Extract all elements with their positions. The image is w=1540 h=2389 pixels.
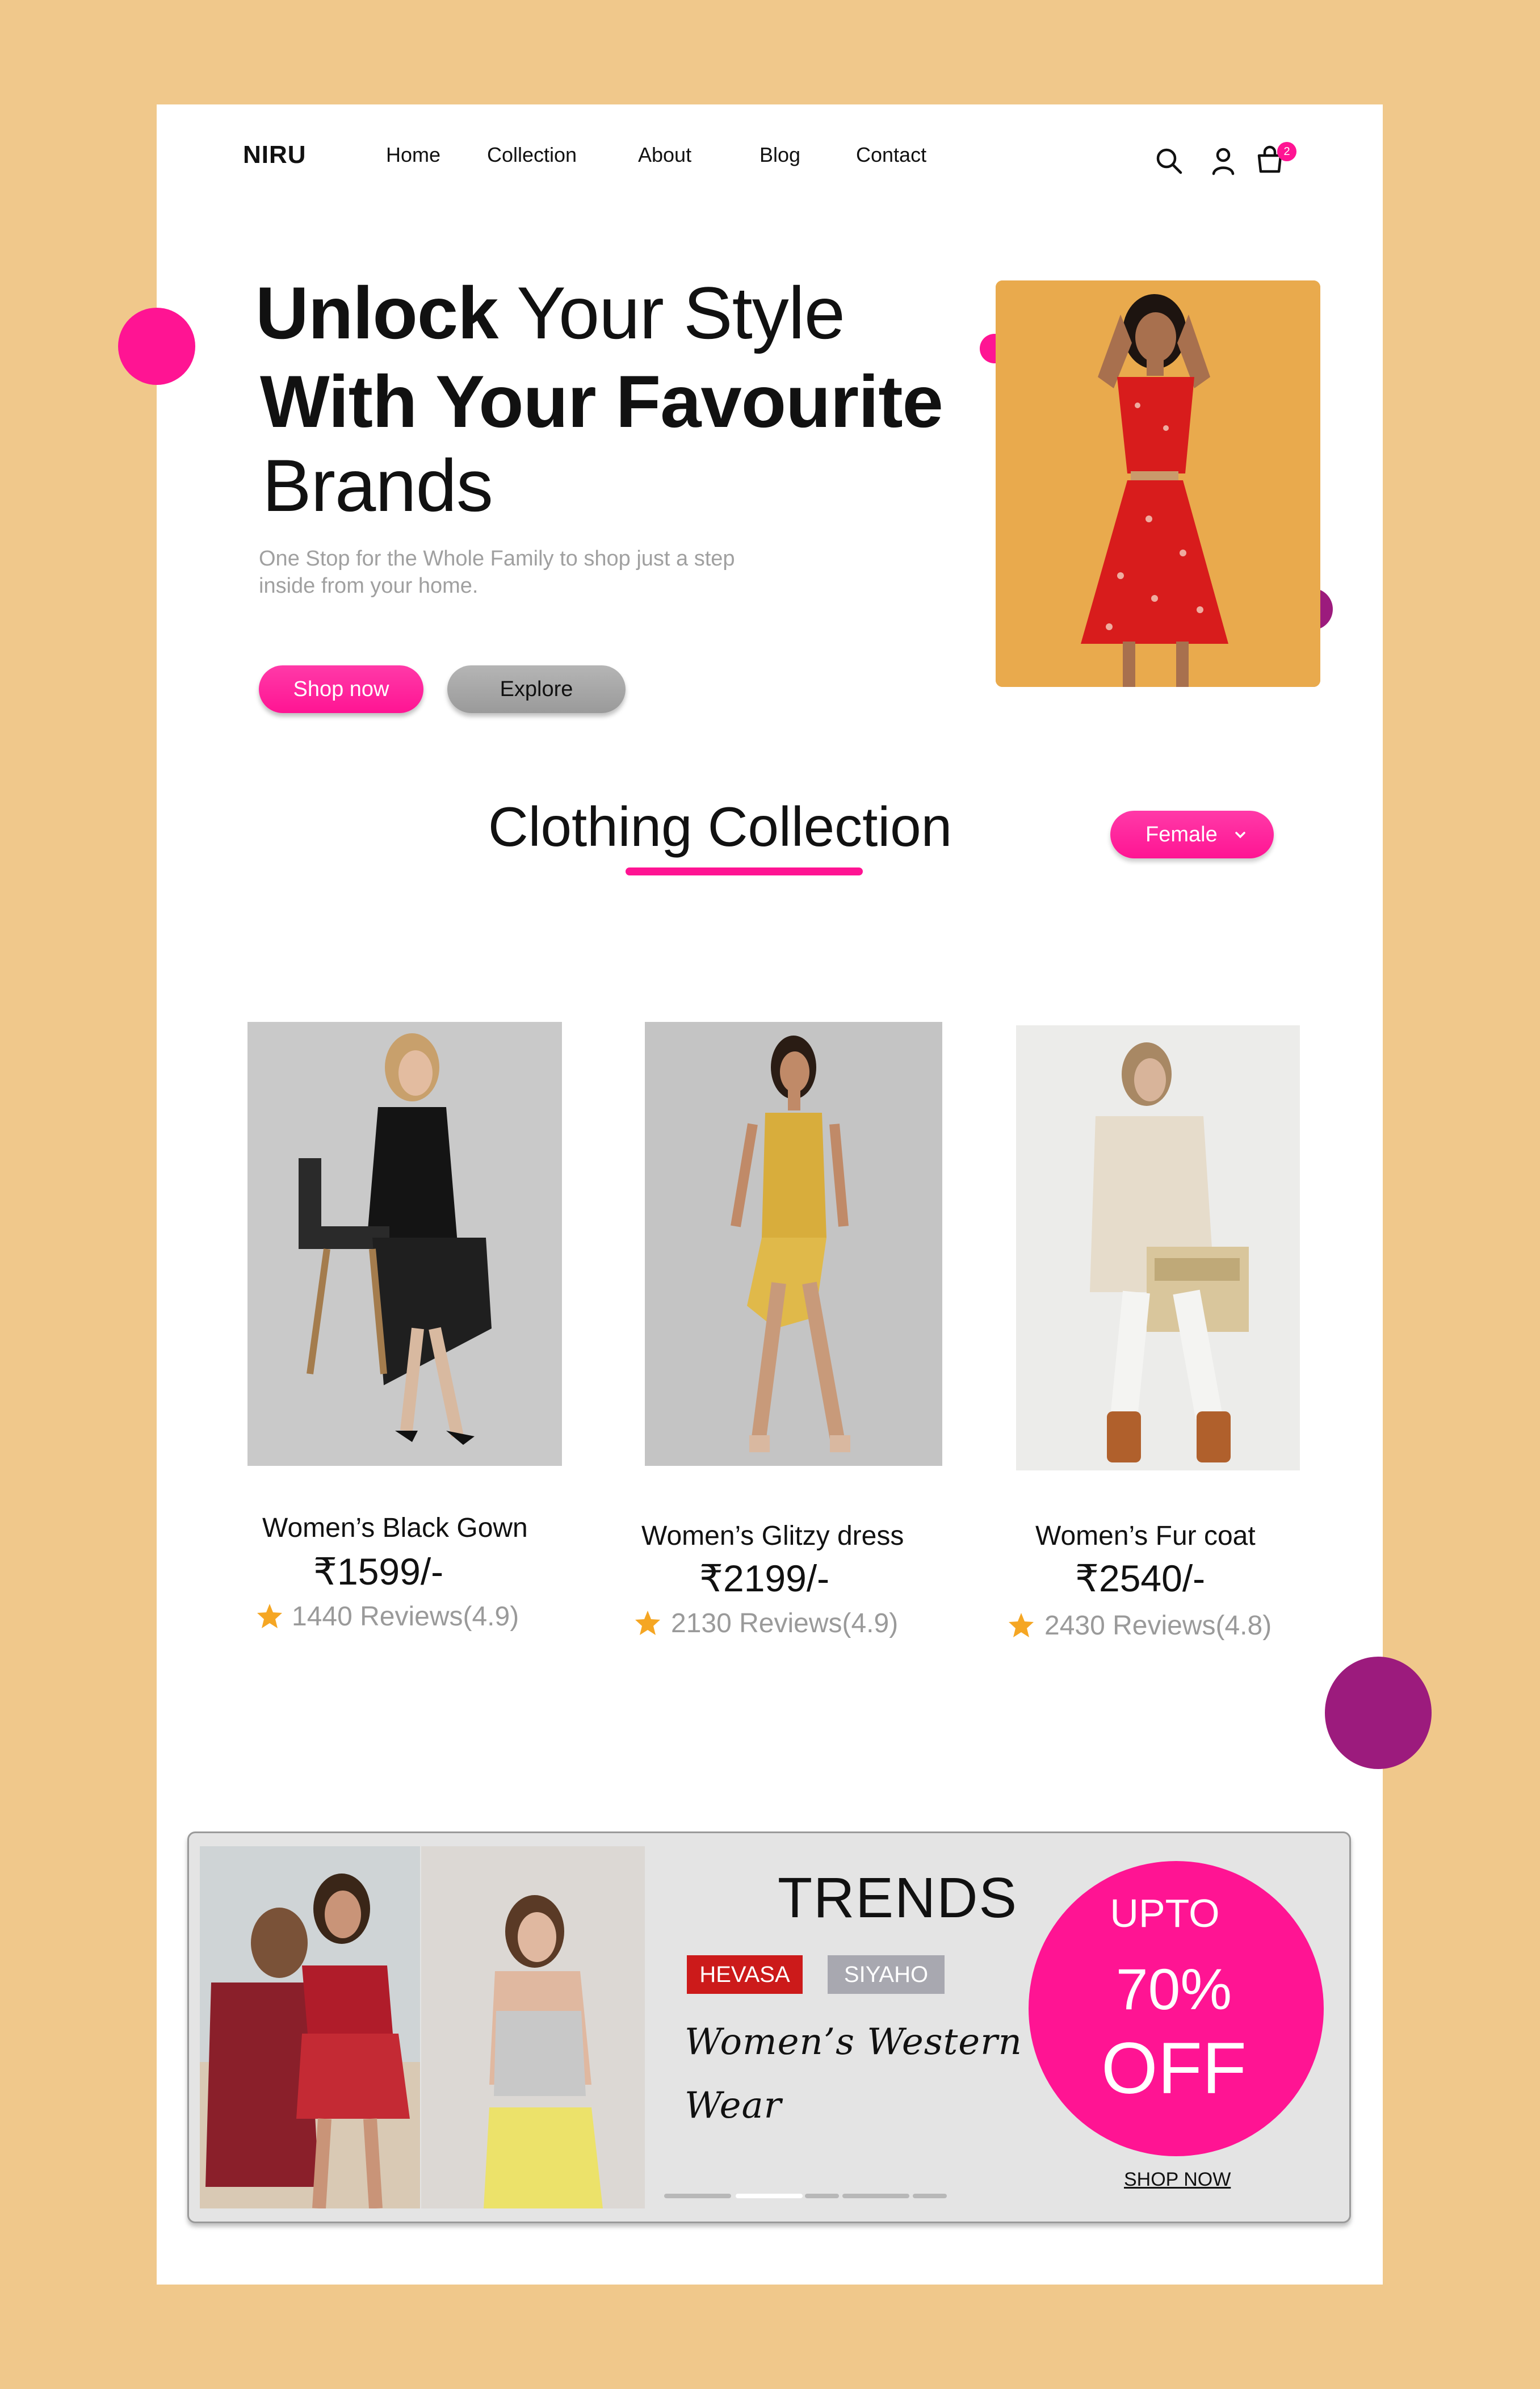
user-icon[interactable] — [1210, 146, 1236, 176]
hero-title-line1: Unlock Your Style — [255, 276, 845, 350]
banner-image-crop-top — [421, 1846, 645, 2208]
decor-dot-purple-large — [1325, 1657, 1432, 1769]
carousel-dot[interactable] — [805, 2194, 839, 2198]
brand-tag-hevasa[interactable]: HEVASA — [687, 1955, 803, 1994]
gender-filter-dropdown[interactable]: Female — [1110, 811, 1274, 858]
search-icon[interactable] — [1155, 146, 1184, 176]
carousel-dot[interactable] — [913, 2194, 947, 2198]
product-image-fur-coat[interactable] — [1016, 1025, 1300, 1470]
shop-now-button[interactable]: Shop now — [259, 665, 423, 713]
discount-badge: UPTO 70% OFF — [1029, 1861, 1324, 2156]
hero-title-rest: Your Style — [498, 271, 845, 354]
hero-subtitle: One Stop for the Whole Family to shop ju… — [259, 547, 735, 598]
carousel-dot[interactable] — [664, 2194, 731, 2198]
star-icon — [257, 1604, 282, 1628]
nav-home[interactable]: Home — [386, 143, 440, 167]
product-reviews: 2430 Reviews(4.8) — [1044, 1611, 1272, 1641]
carousel-dot[interactable] — [842, 2194, 909, 2198]
product-image-black-gown[interactable] — [247, 1022, 562, 1466]
star-icon — [635, 1611, 660, 1635]
hero-title-bold: Unlock — [255, 271, 498, 354]
banner-tagline-line1: Women’s Western — [685, 2021, 1022, 2063]
discount-percent: 70% — [1115, 1957, 1232, 2022]
brand-logo[interactable]: NIRU — [243, 141, 307, 169]
product-name[interactable]: Women’s Black Gown — [262, 1512, 528, 1544]
product-price: ₹1599/- — [313, 1550, 444, 1592]
chevron-down-icon — [1235, 832, 1245, 839]
hero-model-image — [996, 280, 1320, 687]
carousel-dot-active[interactable] — [736, 2194, 803, 2198]
nav-contact[interactable]: Contact — [856, 143, 926, 167]
product-name[interactable]: Women’s Fur coat — [1035, 1520, 1256, 1552]
product-price: ₹2199/- — [699, 1557, 830, 1599]
gender-filter-value: Female — [1145, 823, 1218, 846]
cart-count-badge: 2 — [1277, 142, 1296, 161]
hero-title-line3: Brands — [262, 444, 493, 527]
brand-tag-siyaho[interactable]: SIYAHO — [828, 1955, 945, 1994]
product-reviews: 2130 Reviews(4.9) — [671, 1608, 899, 1638]
collection-title: Clothing Collection — [488, 795, 952, 858]
nav-blog[interactable]: Blog — [759, 143, 800, 167]
nav-about[interactable]: About — [638, 143, 691, 167]
hero-title-line2: With Your Favourite — [260, 364, 943, 438]
product-name[interactable]: Women’s Glitzy dress — [641, 1520, 904, 1552]
product-reviews: 1440 Reviews(4.9) — [292, 1602, 519, 1632]
decor-dot-pink-large — [118, 308, 195, 385]
banner-tagline-line2: Wear — [685, 2085, 782, 2127]
banner-image-red-outfits — [200, 1846, 420, 2208]
hero-title-line2-text: With Your Favourite — [260, 360, 943, 443]
explore-button[interactable]: Explore — [447, 665, 626, 713]
trends-title: TRENDS — [778, 1866, 1018, 1930]
discount-upto: UPTO — [1110, 1891, 1220, 1935]
collection-title-underline — [626, 867, 863, 875]
star-icon — [1009, 1613, 1034, 1637]
discount-off: OFF — [1101, 2028, 1247, 2109]
nav-collection[interactable]: Collection — [487, 143, 577, 167]
product-image-glitzy-dress[interactable] — [645, 1022, 942, 1466]
banner-shop-now-link[interactable]: SHOP NOW — [1124, 2169, 1231, 2191]
product-price: ₹2540/- — [1075, 1557, 1206, 1599]
